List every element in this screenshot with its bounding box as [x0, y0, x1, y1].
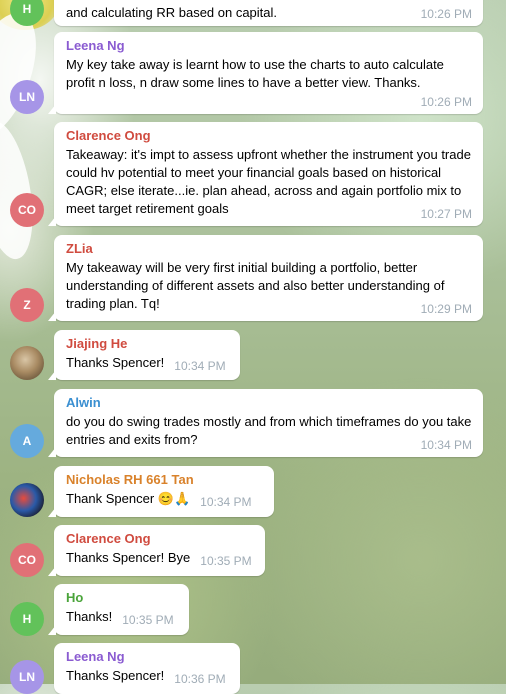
message-time: 10:26 PM	[420, 95, 472, 109]
sender-name[interactable]: Nicholas RH 661 Tan	[66, 472, 264, 488]
bubble-tail	[48, 216, 56, 226]
background-petal	[0, 116, 42, 264]
bubble-tail	[48, 447, 56, 457]
sender-name[interactable]: Alwin	[66, 395, 473, 411]
avatar-initials: CO	[18, 553, 36, 567]
bubble-tail	[48, 507, 56, 517]
message-bubble[interactable]: Alwin do you do swing trades mostly and …	[48, 389, 483, 457]
avatar[interactable]: H	[10, 602, 44, 636]
message-time: 10:35 PM	[122, 613, 174, 627]
message-time: 10:36 PM	[174, 672, 226, 686]
message-bubble[interactable]: ZLia My takeaway will be very first init…	[48, 235, 483, 321]
avatar[interactable]: CO	[10, 193, 44, 227]
message-bubble[interactable]: Nicholas RH 661 Tan Thank Spencer 😊🙏 10:3…	[48, 466, 274, 517]
message-bubble[interactable]: Clarence Ong Thanks Spencer! Bye 10:35 PM	[48, 525, 265, 576]
message-bubble[interactable]: Leena Ng Thanks Spencer! 10:36 PM	[54, 643, 240, 694]
bubble-tail	[48, 625, 56, 635]
message-text: Thanks!	[66, 609, 113, 624]
message-time: 10:29 PM	[420, 302, 472, 316]
message-bubble[interactable]: Jiajing He Thanks Spencer! 10:34 PM	[48, 330, 240, 380]
avatar-initials: LN	[19, 670, 35, 684]
message-time: 10:35 PM	[200, 554, 252, 568]
sender-name[interactable]: Ho	[66, 590, 179, 606]
avatar-initials: H	[22, 2, 32, 16]
message-bubble[interactable]: Clarence Ong Takeaway: it's impt to asse…	[48, 122, 483, 226]
message-text: Takeaway: it's impt to assess upfront wh…	[66, 147, 471, 216]
sender-name[interactable]: Clarence Ong	[66, 128, 473, 144]
message-text: Thank Spencer 😊🙏	[66, 491, 191, 506]
bubble-tail	[48, 104, 56, 114]
message-time: 10:26 PM	[420, 7, 472, 21]
message-text: My key take away is learnt how to use th…	[66, 57, 444, 90]
avatar[interactable]: LN	[10, 80, 44, 114]
sender-name[interactable]: Leena Ng	[66, 649, 230, 665]
avatar[interactable]: CO	[10, 543, 44, 577]
sender-name[interactable]: Leena Ng	[66, 38, 473, 54]
avatar-initials: H	[22, 612, 32, 626]
message-time: 10:27 PM	[420, 207, 472, 221]
message-text: My takeaway will be very first initial b…	[66, 260, 445, 311]
message-bubble[interactable]: Leena Ng My key take away is learnt how …	[48, 32, 483, 114]
message-bubble[interactable]: and calculating RR based on capital. 10:…	[54, 0, 483, 26]
message-time: 10:34 PM	[420, 438, 472, 452]
message-text: Thanks Spencer!	[66, 355, 165, 370]
avatar-initials: CO	[18, 203, 36, 217]
message-bubble[interactable]: Ho Thanks! 10:35 PM	[48, 584, 189, 635]
message-text: and calculating RR based on capital.	[66, 5, 278, 20]
avatar-initials: LN	[19, 90, 35, 104]
avatar[interactable]: A	[10, 424, 44, 458]
bubble-tail	[48, 370, 56, 380]
avatar[interactable]: Z	[10, 288, 44, 322]
avatar-photo[interactable]	[10, 346, 44, 380]
message-text: Thanks Spencer! Bye	[66, 550, 191, 565]
sender-name[interactable]: Jiajing He	[66, 336, 230, 352]
sender-name[interactable]: ZLia	[66, 241, 473, 257]
avatar-initials: Z	[23, 298, 31, 312]
bubble-tail	[48, 311, 56, 321]
sender-name[interactable]: Clarence Ong	[66, 531, 255, 547]
message-text: Thanks Spencer!	[66, 668, 165, 683]
avatar[interactable]: LN	[10, 660, 44, 694]
avatar-initials: A	[22, 434, 32, 448]
message-time: 10:34 PM	[200, 495, 252, 509]
message-text: do you do swing trades mostly and from w…	[66, 414, 472, 447]
avatar-photo[interactable]	[10, 483, 44, 517]
message-time: 10:34 PM	[174, 359, 226, 373]
bubble-tail	[48, 566, 56, 576]
